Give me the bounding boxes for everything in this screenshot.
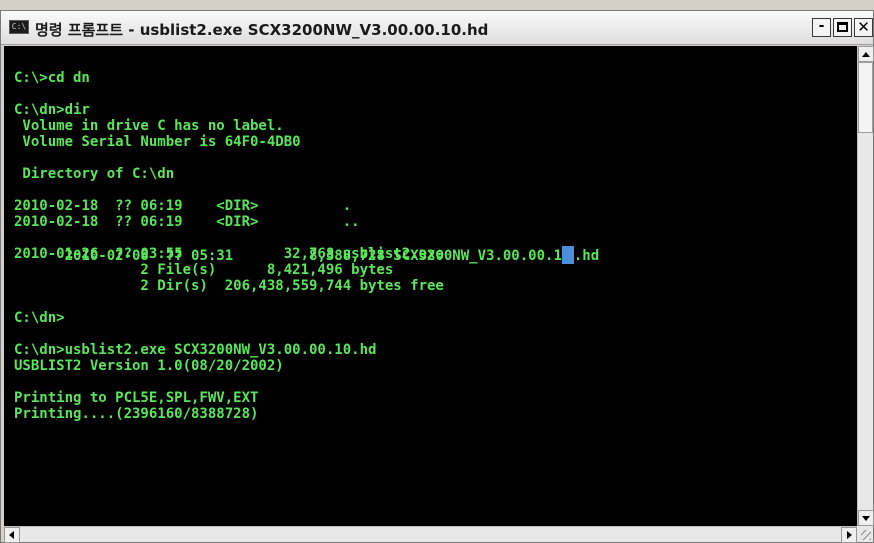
- console-output[interactable]: C:\>cd dn C:\dn>dir Volume in drive C ha…: [4, 46, 857, 526]
- console-line: Volume Serial Number is 64F0-4DB0: [14, 134, 301, 150]
- console-line-text-suffix: .hd: [573, 248, 600, 264]
- maximize-button[interactable]: [833, 18, 852, 37]
- vertical-scroll-thumb[interactable]: [858, 62, 873, 133]
- console-line: USBLIST2 Version 1.0(08/20/2002): [14, 358, 284, 374]
- scroll-left-arrow-icon[interactable]: [4, 527, 20, 543]
- console-line: C:\dn>dir: [14, 102, 90, 118]
- minimize-button[interactable]: -: [812, 18, 831, 37]
- resize-grip-icon[interactable]: [857, 526, 873, 542]
- console-line: C:\dn>usblist2.exe SCX3200NW_V3.00.00.10…: [14, 342, 377, 358]
- console-line: Printing....(2396160/8388728): [14, 406, 259, 422]
- console-line: 2 File(s) 8,421,496 bytes: [14, 262, 394, 278]
- console-line: Printing to PCL5E,SPL,FWV,EXT: [14, 390, 259, 406]
- scroll-right-arrow-icon[interactable]: [841, 527, 857, 543]
- scroll-up-arrow-icon[interactable]: [858, 46, 874, 62]
- window-title: 명령 프롬프트 - usblist2.exe SCX3200NW_V3.00.0…: [35, 21, 489, 39]
- horizontal-scrollbar[interactable]: [4, 526, 857, 543]
- text-selection-highlight: [561, 246, 574, 264]
- console-line: C:\>cd dn: [14, 70, 90, 86]
- console-line: Volume in drive C has no label.: [14, 118, 284, 134]
- console-line: 2010-01-26 ?? 03:55 32,768 usblist2.exe: [14, 246, 444, 262]
- close-button[interactable]: ✕: [854, 18, 873, 37]
- console-line: 2010-02-18 ?? 06:19 <DIR> .: [14, 198, 352, 214]
- scroll-down-arrow-icon[interactable]: [858, 510, 874, 526]
- console-line: C:\dn>: [14, 310, 65, 326]
- console-line: 2010-02-18 ?? 06:19 <DIR> ..: [14, 214, 360, 230]
- command-prompt-window: C:\ 명령 프롬프트 - usblist2.exe SCX3200NW_V3.…: [0, 10, 874, 543]
- console-line: Directory of C:\dn: [14, 166, 175, 182]
- console-line: 2 Dir(s) 206,438,559,744 bytes free: [14, 278, 444, 294]
- console-line: 2010-02-08 ?? 05:31 8,388,728 SCX3200NW_…: [14, 230, 599, 264]
- console-app-icon[interactable]: C:\: [9, 20, 29, 34]
- vertical-scrollbar[interactable]: [857, 46, 874, 526]
- title-bar[interactable]: C:\ 명령 프롬프트 - usblist2.exe SCX3200NW_V3.…: [1, 11, 873, 45]
